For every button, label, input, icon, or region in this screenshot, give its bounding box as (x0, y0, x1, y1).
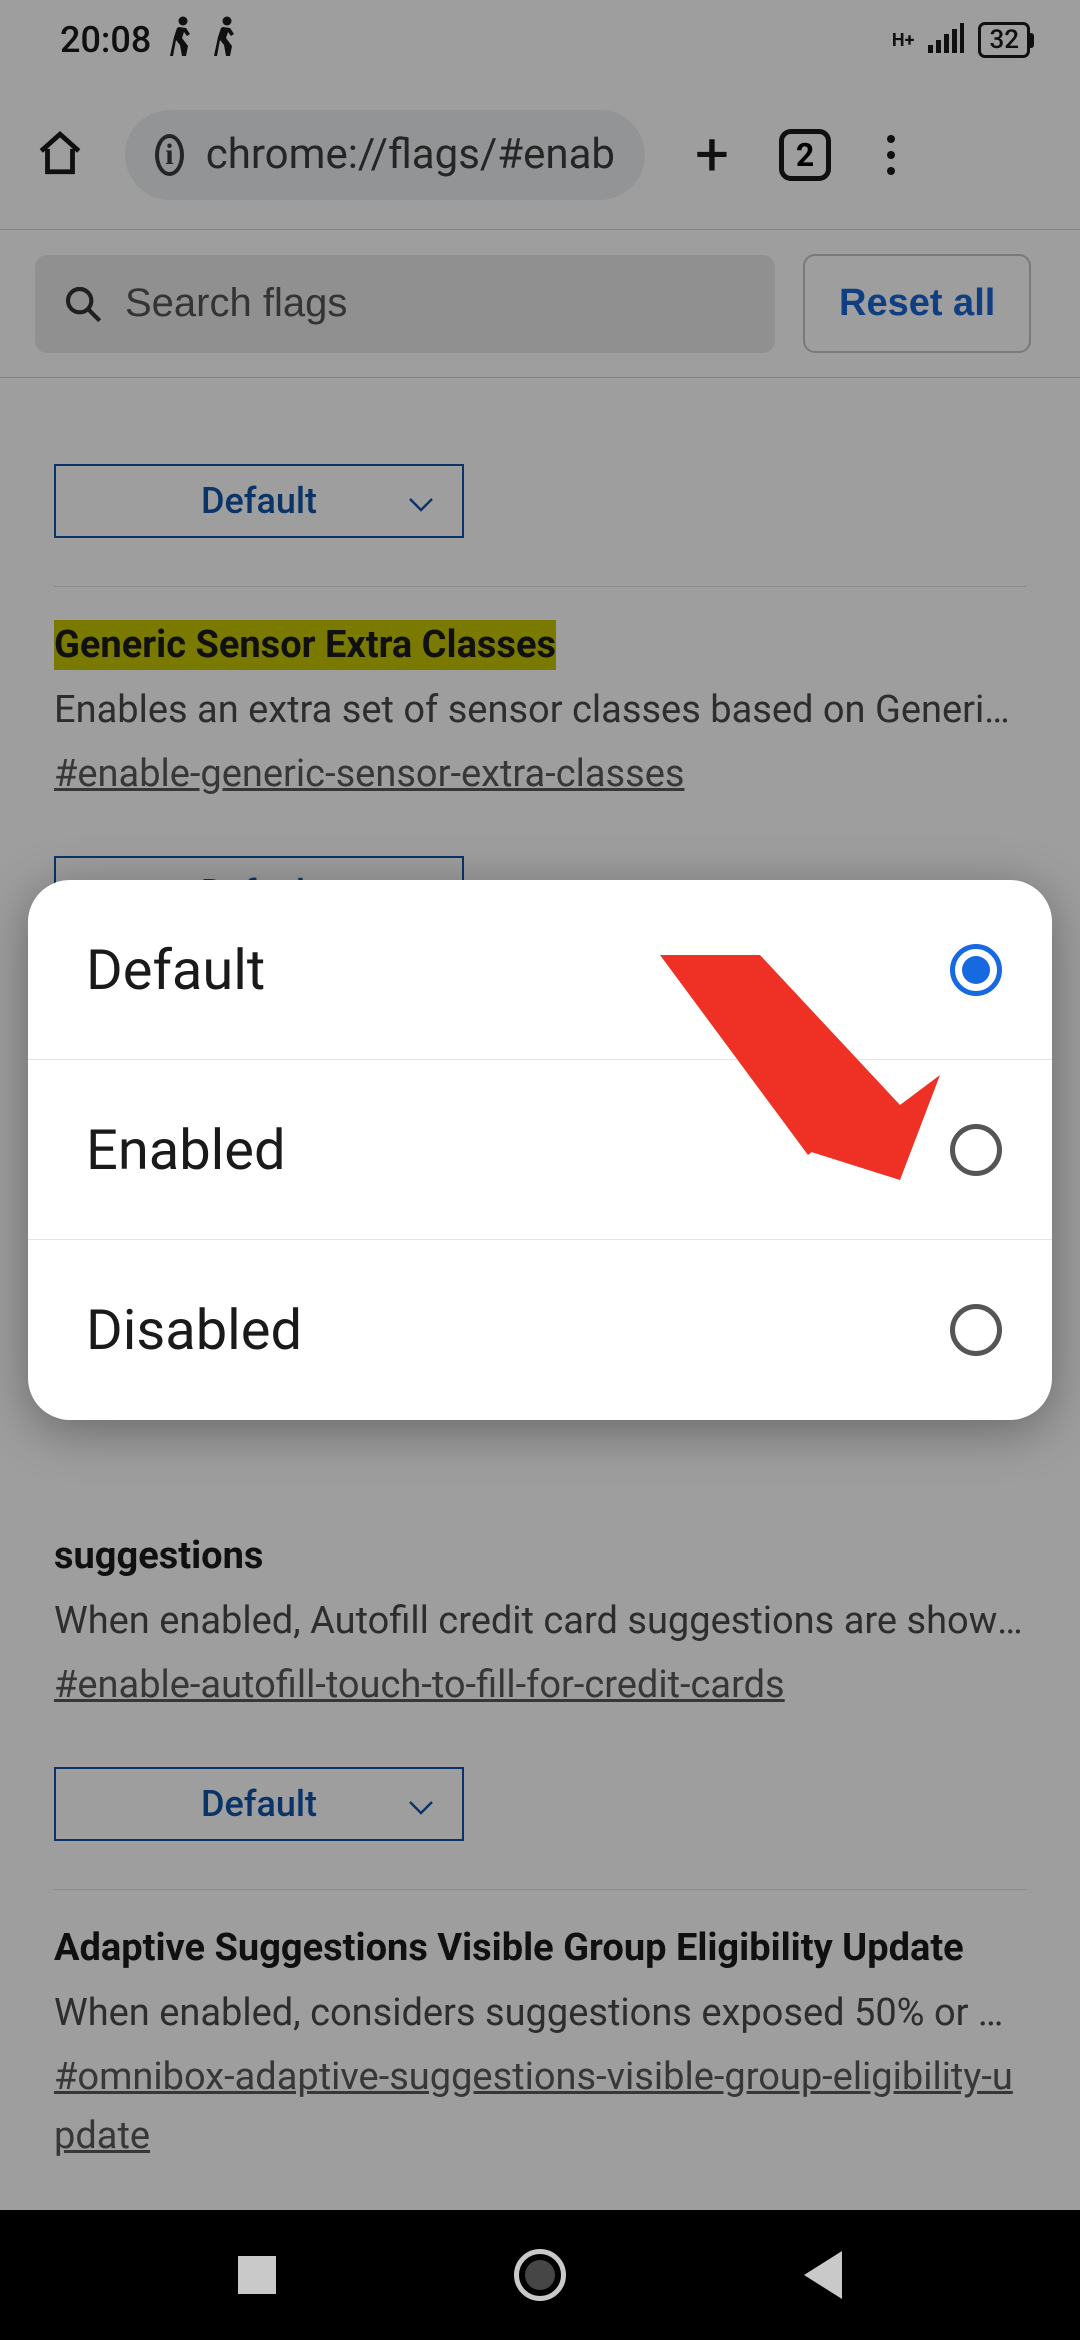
radio-icon (950, 1304, 1002, 1356)
popup-option-default[interactable]: Default (28, 880, 1052, 1060)
popup-option-enabled[interactable]: Enabled (28, 1060, 1052, 1240)
radio-icon (950, 1124, 1002, 1176)
option-popup: Default Enabled Disabled (28, 880, 1052, 1420)
popup-option-disabled[interactable]: Disabled (28, 1240, 1052, 1420)
system-nav-bar (0, 2210, 1080, 2340)
recent-apps-button[interactable] (238, 2256, 276, 2294)
home-button[interactable] (514, 2249, 566, 2301)
radio-selected-icon (950, 944, 1002, 996)
back-button[interactable] (804, 2251, 842, 2299)
